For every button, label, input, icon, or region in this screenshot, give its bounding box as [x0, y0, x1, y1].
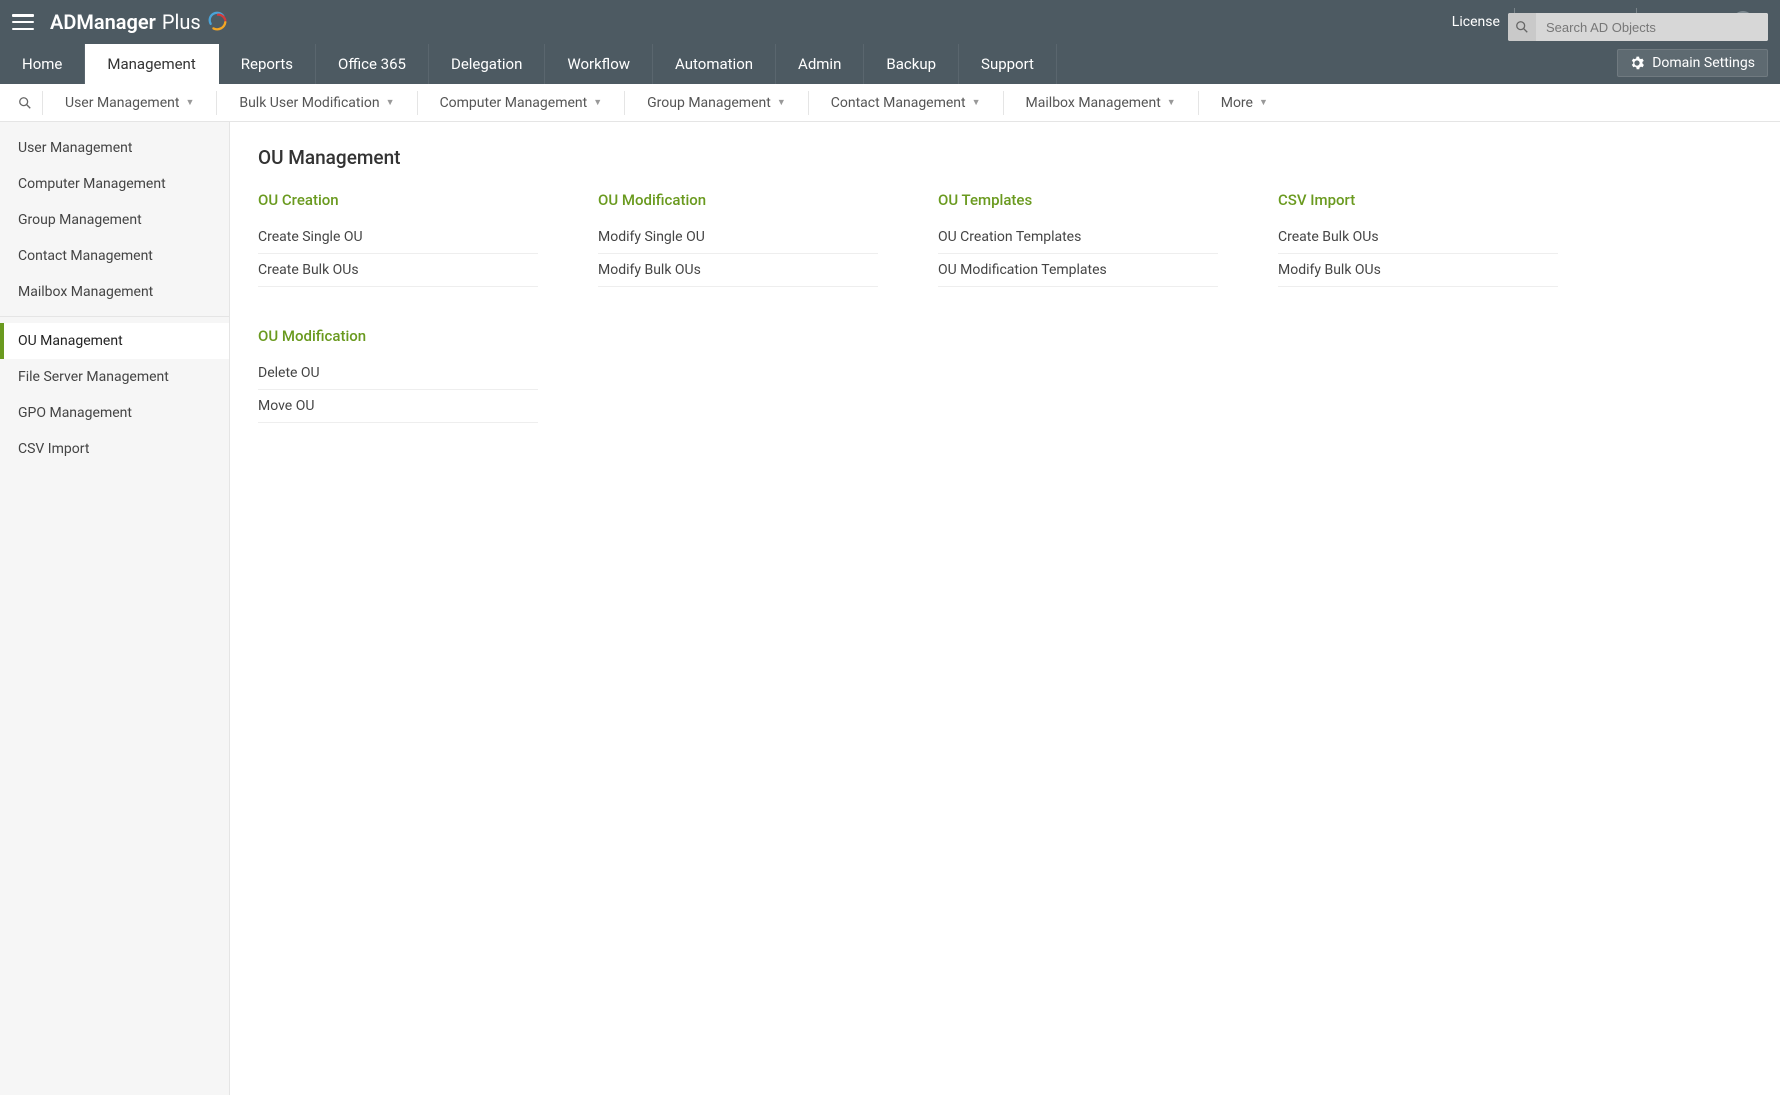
section-ou-creation: OU Creation Create Single OUCreate Bulk O…	[258, 191, 538, 287]
search-box[interactable]	[1508, 13, 1768, 41]
content: OU Management OU Creation Create Single O…	[230, 122, 1780, 1095]
sidebar-item-contact-management[interactable]: Contact Management	[0, 238, 229, 274]
link-delete-ou[interactable]: Delete OU	[258, 357, 538, 390]
subnav-user-management[interactable]: User Management▼	[43, 91, 217, 115]
tab-backup[interactable]: Backup	[864, 44, 959, 84]
link-modify-single-ou[interactable]: Modify Single OU	[598, 221, 878, 254]
section-ou-modification: OU Modification Delete OUMove OU	[258, 327, 538, 423]
brand-name-bold: ADManager	[50, 10, 156, 34]
caret-down-icon: ▼	[185, 97, 194, 108]
sidebar-item-file-server-management[interactable]: File Server Management	[0, 359, 229, 395]
tab-admin[interactable]: Admin	[776, 44, 864, 84]
subnav-mailbox-management[interactable]: Mailbox Management▼	[1004, 91, 1199, 115]
tab-support[interactable]: Support	[959, 44, 1057, 84]
caret-down-icon: ▼	[593, 97, 602, 108]
subnav: User Management▼Bulk User Modification▼C…	[0, 84, 1780, 122]
tab-office-365[interactable]: Office 365	[316, 44, 429, 84]
brand-logo[interactable]: ADManager Plus	[50, 10, 229, 34]
link-modify-bulk-ous[interactable]: Modify Bulk OUs	[598, 254, 878, 287]
caret-down-icon: ▼	[1167, 97, 1176, 108]
link-ou-creation-templates[interactable]: OU Creation Templates	[938, 221, 1218, 254]
sidebar-item-gpo-management[interactable]: GPO Management	[0, 395, 229, 431]
sidebar-item-computer-management[interactable]: Computer Management	[0, 166, 229, 202]
page-title: OU Management	[258, 146, 1752, 169]
sidebar-group-b: OU ManagementFile Server ManagementGPO M…	[0, 323, 229, 467]
subnav-search-icon[interactable]	[8, 91, 43, 115]
caret-down-icon: ▼	[386, 97, 395, 108]
subnav-bulk-user-modification[interactable]: Bulk User Modification▼	[217, 91, 417, 115]
tab-delegation[interactable]: Delegation	[429, 44, 545, 84]
link-create-bulk-ous[interactable]: Create Bulk OUs	[258, 254, 538, 287]
primary-tabs: HomeManagementReportsOffice 365Delegatio…	[0, 44, 1057, 84]
caret-down-icon: ▼	[972, 97, 981, 108]
main-layout: User ManagementComputer ManagementGroup …	[0, 122, 1780, 1095]
subnav-computer-management[interactable]: Computer Management▼	[418, 91, 626, 115]
search-icon	[1508, 13, 1536, 41]
tab-reports[interactable]: Reports	[219, 44, 316, 84]
tab-home[interactable]: Home	[0, 44, 85, 84]
search-input[interactable]	[1536, 13, 1768, 41]
topbar-left: ADManager Plus	[12, 10, 229, 34]
sidebar-item-group-management[interactable]: Group Management	[0, 202, 229, 238]
sidebar-group-a: User ManagementComputer ManagementGroup …	[0, 130, 229, 317]
section-title: OU Templates	[938, 191, 1218, 209]
license-link[interactable]: License	[1438, 8, 1515, 36]
sidebar-item-mailbox-management[interactable]: Mailbox Management	[0, 274, 229, 310]
domain-settings-button[interactable]: Domain Settings	[1617, 49, 1768, 77]
domain-settings-label: Domain Settings	[1652, 55, 1755, 71]
caret-down-icon: ▼	[1259, 97, 1268, 108]
brand-name-light: Plus	[162, 10, 201, 34]
tab-automation[interactable]: Automation	[653, 44, 776, 84]
section-title: OU Modification	[598, 191, 878, 209]
subnav-more[interactable]: More▼	[1199, 91, 1290, 115]
subnav-contact-management[interactable]: Contact Management▼	[809, 91, 1004, 115]
tab-workflow[interactable]: Workflow	[545, 44, 653, 84]
subnav-group-management[interactable]: Group Management▼	[625, 91, 809, 115]
link-create-single-ou[interactable]: Create Single OU	[258, 221, 538, 254]
brand-swirl-icon	[207, 11, 229, 33]
sidebar-item-ou-management[interactable]: OU Management	[0, 323, 229, 359]
caret-down-icon: ▼	[777, 97, 786, 108]
nav-right: Domain Settings	[1508, 8, 1768, 82]
section-csv-import: CSV Import Create Bulk OUsModify Bulk OUs	[1278, 191, 1558, 287]
sidebar: User ManagementComputer ManagementGroup …	[0, 122, 230, 1095]
sections: OU CreationCreate Single OUCreate Bulk O…	[258, 191, 1752, 423]
section-title: OU Creation	[258, 191, 538, 209]
gear-icon	[1630, 56, 1644, 70]
primary-navrow: HomeManagementReportsOffice 365Delegatio…	[0, 44, 1780, 84]
link-create-bulk-ous[interactable]: Create Bulk OUs	[1278, 221, 1558, 254]
link-ou-modification-templates[interactable]: OU Modification Templates	[938, 254, 1218, 287]
section-ou-modification: OU Modification Modify Single OUModify Bu…	[598, 191, 878, 287]
sidebar-item-user-management[interactable]: User Management	[0, 130, 229, 166]
hamburger-icon[interactable]	[12, 14, 34, 30]
link-move-ou[interactable]: Move OU	[258, 390, 538, 423]
sidebar-item-csv-import[interactable]: CSV Import	[0, 431, 229, 467]
section-title: OU Modification	[258, 327, 538, 345]
link-modify-bulk-ous[interactable]: Modify Bulk OUs	[1278, 254, 1558, 287]
tab-management[interactable]: Management	[85, 44, 218, 84]
section-ou-templates: OU Templates OU Creation TemplatesOU Modi…	[938, 191, 1218, 287]
section-title: CSV Import	[1278, 191, 1558, 209]
